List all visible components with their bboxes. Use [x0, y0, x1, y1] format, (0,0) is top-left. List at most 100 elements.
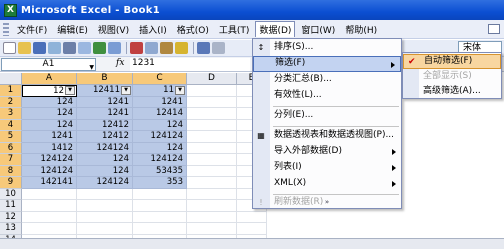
column-header-d[interactable]: D — [187, 73, 237, 85]
fx-icon[interactable]: fx — [116, 58, 124, 68]
menu-item-xml[interactable]: XML(X) — [253, 176, 401, 192]
column-header-c[interactable]: C — [133, 73, 187, 85]
grid-cell[interactable]: 124124 — [133, 131, 187, 143]
autofilter-dropdown-icon[interactable]: ▼ — [121, 85, 131, 95]
grid-cell[interactable] — [77, 211, 133, 223]
grid-cell[interactable] — [187, 211, 237, 223]
grid-cell[interactable]: 124124 — [77, 177, 133, 189]
chevron-down-icon[interactable]: ▼ — [89, 62, 94, 73]
row-header[interactable]: 5 — [0, 131, 22, 143]
grid-cell[interactable] — [133, 188, 187, 200]
grid-cell[interactable]: 1241 — [133, 96, 187, 108]
print-preview-icon[interactable] — [78, 42, 91, 54]
menu-help[interactable]: 帮助(H) — [341, 21, 381, 38]
autofilter-dropdown-icon[interactable]: ▼ — [65, 86, 75, 96]
grid-cell[interactable]: 11 ▼ — [133, 85, 187, 97]
grid-cell[interactable]: 124 — [22, 119, 77, 131]
grid-cell[interactable]: 1241 — [77, 96, 133, 108]
menu-edit[interactable]: 编辑(E) — [53, 21, 92, 38]
menu-window[interactable]: 窗口(W) — [297, 21, 339, 38]
menu-item-sort[interactable]: ↕ 排序(S)... — [253, 40, 401, 56]
menu-grip[interactable] — [3, 22, 9, 36]
grid-cell[interactable]: 12414 — [133, 108, 187, 120]
row-header[interactable]: 10 — [0, 188, 22, 200]
save-icon[interactable] — [33, 42, 46, 54]
grid-cell[interactable]: 12412 — [77, 131, 133, 143]
grid-cell[interactable] — [237, 223, 267, 235]
row-header[interactable]: 6 — [0, 142, 22, 154]
column-header-b[interactable]: B — [77, 73, 133, 85]
menu-tools[interactable]: 工具(T) — [215, 21, 254, 38]
menu-item-validation[interactable]: 有效性(L)... — [253, 88, 401, 104]
grid-cell[interactable] — [77, 223, 133, 235]
grid-cell[interactable]: 353 — [133, 177, 187, 189]
grid-cell[interactable]: 1241 — [22, 131, 77, 143]
paste-icon[interactable] — [160, 42, 173, 54]
grid-cell[interactable] — [77, 200, 133, 212]
undo-icon[interactable] — [197, 42, 210, 54]
menu-expand-icon[interactable]: » — [253, 198, 401, 206]
menu-item-pivot-table[interactable]: ▦ 数据透视表和数据透视图(P)... — [253, 128, 401, 144]
grid-cell[interactable]: 124 — [133, 119, 187, 131]
grid-cell[interactable] — [187, 165, 237, 177]
undo-dropdown-icon[interactable] — [212, 42, 225, 54]
copy-icon[interactable] — [145, 42, 158, 54]
menu-item-list[interactable]: 列表(I) — [253, 160, 401, 176]
research-icon[interactable] — [108, 42, 121, 54]
mail-icon[interactable] — [488, 24, 500, 34]
grid-cell[interactable] — [187, 96, 237, 108]
grid-cell[interactable]: 124124 — [77, 142, 133, 154]
grid-cell[interactable] — [187, 200, 237, 212]
grid-cell[interactable]: 53435 — [133, 165, 187, 177]
row-header[interactable]: 9 — [0, 177, 22, 189]
menu-item-autofilter[interactable]: ✔ 自动筛选(F) — [403, 54, 501, 69]
grid-cell[interactable] — [237, 211, 267, 223]
grid-cell[interactable]: 12 ▼ — [22, 85, 77, 97]
grid-cell[interactable] — [133, 223, 187, 235]
grid-cell[interactable]: 12412 — [77, 119, 133, 131]
grid-cell[interactable]: 1412 — [22, 142, 77, 154]
grid-cell[interactable]: 124 — [77, 165, 133, 177]
excel-app-icon[interactable]: X — [4, 3, 17, 17]
grid-cell[interactable]: 124124 — [22, 165, 77, 177]
menu-item-filter[interactable]: 筛选(F) — [253, 56, 401, 72]
format-painter-icon[interactable] — [175, 42, 188, 54]
row-header[interactable]: 12 — [0, 211, 22, 223]
grid-cell[interactable]: 124 — [77, 154, 133, 166]
grid-cell[interactable] — [133, 200, 187, 212]
grid-cell[interactable] — [133, 211, 187, 223]
menu-format[interactable]: 格式(O) — [173, 21, 213, 38]
grid-cell[interactable]: 12411 ▼ — [77, 85, 133, 97]
grid-cell[interactable] — [187, 154, 237, 166]
grid-cell[interactable] — [187, 131, 237, 143]
worksheet-grid[interactable]: A B C D E 112▼12411▼11▼21241241124131241… — [0, 73, 267, 246]
row-header[interactable]: 7 — [0, 154, 22, 166]
menu-file[interactable]: 文件(F) — [13, 21, 51, 38]
grid-cell[interactable]: 124 — [133, 142, 187, 154]
menu-item-subtotals[interactable]: 分类汇总(B)... — [253, 72, 401, 88]
spelling-icon[interactable] — [93, 42, 106, 54]
grid-cell[interactable] — [187, 188, 237, 200]
grid-cell[interactable]: 124124 — [133, 154, 187, 166]
grid-cell[interactable]: 124124 — [22, 154, 77, 166]
row-header[interactable]: 3 — [0, 108, 22, 120]
menu-insert[interactable]: 插入(I) — [135, 21, 171, 38]
autofilter-dropdown-icon[interactable]: ▼ — [175, 85, 185, 95]
grid-cell[interactable] — [187, 108, 237, 120]
grid-cell[interactable] — [22, 188, 77, 200]
row-header[interactable]: 13 — [0, 223, 22, 235]
grid-cell[interactable] — [77, 188, 133, 200]
permission-icon[interactable] — [48, 42, 61, 54]
grid-cell[interactable] — [22, 211, 77, 223]
menu-item-advanced-filter[interactable]: 高级筛选(A)... — [403, 84, 501, 99]
grid-cell[interactable] — [22, 223, 77, 235]
open-folder-icon[interactable] — [18, 42, 31, 54]
row-header[interactable]: 2 — [0, 96, 22, 108]
menu-item-import-external-data[interactable]: 导入外部数据(D) — [253, 144, 401, 160]
new-file-icon[interactable] — [3, 42, 16, 54]
grid-cell[interactable]: 124 — [22, 96, 77, 108]
select-all-corner[interactable] — [0, 73, 22, 85]
row-header[interactable]: 11 — [0, 200, 22, 212]
menu-view[interactable]: 视图(V) — [94, 21, 133, 38]
grid-cell[interactable] — [187, 119, 237, 131]
